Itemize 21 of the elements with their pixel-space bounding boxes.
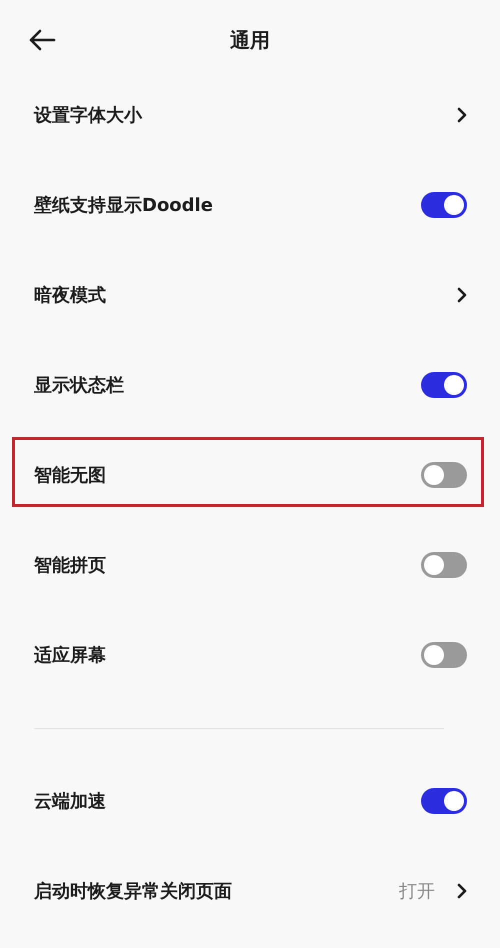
toggle-switch[interactable] [421, 192, 467, 218]
setting-label: 显示状态栏 [34, 374, 124, 397]
toggle-switch[interactable] [421, 552, 467, 578]
toggle-switch[interactable] [421, 372, 467, 398]
chevron-right-icon[interactable] [457, 287, 467, 303]
setting-label: 启动时恢复异常关闭页面 [34, 880, 232, 903]
chevron-right-icon[interactable] [457, 883, 467, 899]
setting-label: 设置字体大小 [34, 104, 142, 127]
setting-label: 暗夜模式 [34, 284, 106, 307]
toggle-switch[interactable] [421, 642, 467, 668]
setting-label: 适应屏幕 [34, 644, 106, 667]
setting-label: 智能拼页 [34, 554, 106, 577]
toggle-switch[interactable] [421, 462, 467, 488]
setting-label: 壁纸支持显示Doodle [34, 194, 213, 217]
setting-label: 云端加速 [34, 790, 106, 813]
back-arrow-icon [28, 29, 56, 51]
chevron-right-icon[interactable] [457, 107, 467, 123]
page-title: 通用 [230, 26, 270, 54]
toggle-switch[interactable] [421, 788, 467, 814]
setting-value: 打开 [399, 880, 435, 903]
setting-label: 智能无图 [34, 464, 106, 487]
